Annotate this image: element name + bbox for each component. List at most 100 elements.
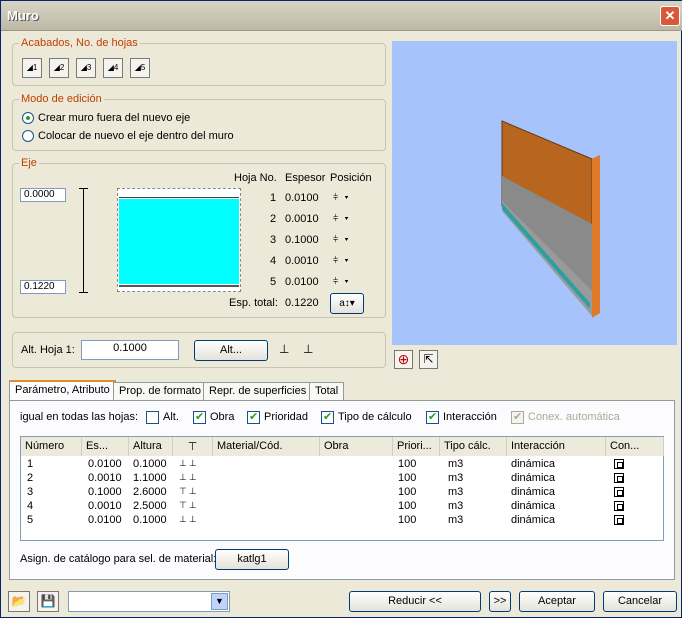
aceptar-button[interactable]: Aceptar — [519, 591, 595, 612]
reducir-button[interactable]: Reducir << — [349, 591, 481, 612]
header-conex[interactable]: Con... — [606, 437, 664, 456]
header-altura[interactable]: Altura — [129, 437, 173, 456]
position-dropdown-5[interactable]: ⫩ ▾ — [333, 276, 350, 287]
cell-interaccion: dinámica — [511, 500, 556, 512]
total-position-dropdown[interactable]: a↕▾ — [330, 293, 364, 314]
alt-group: Alt. Hoja 1: 0.1000 Alt... ⊥ ⊥ — [12, 332, 386, 368]
radio-crear-muro[interactable] — [22, 112, 34, 124]
radio-colocar-eje[interactable] — [22, 130, 34, 142]
wall-3d-preview[interactable] — [392, 41, 677, 345]
header-material[interactable]: Material/Cód. — [213, 437, 320, 456]
layer-diagram[interactable] — [117, 188, 241, 292]
layer-3-band — [119, 199, 239, 284]
header-obra[interactable]: Obra — [320, 437, 393, 456]
obra-checkbox-label: Obra — [210, 411, 235, 423]
layers-3-button[interactable]: ◢3 — [76, 58, 96, 78]
eje-row-1-no: 1 — [270, 192, 277, 204]
target-icon[interactable]: ⊕ — [394, 350, 413, 369]
align-top-icon[interactable]: ⊥ — [279, 342, 289, 356]
header-prioridad[interactable]: Priori... — [393, 437, 440, 456]
layers-2-button[interactable]: ◢2 — [49, 58, 69, 78]
eje-top-value[interactable]: 0.0000 — [20, 188, 66, 202]
cell-numero: 2 — [27, 472, 34, 484]
obra-checkbox[interactable] — [193, 410, 206, 424]
eje-row-5-espesor: 0.0100 — [285, 276, 319, 288]
acabados-group: Acabados, No. de hojas ◢1 ◢2 ◢3 ◢4 ◢5 — [12, 37, 386, 86]
cancelar-button[interactable]: Cancelar — [603, 591, 677, 612]
cell-interaccion: dinámica — [511, 472, 556, 484]
cell-interaccion: dinámica — [511, 486, 556, 498]
catalogo-label: Asign. de catálogo para sel. de material… — [20, 553, 217, 565]
header-tipo-calculo[interactable]: Tipo cálc. — [440, 437, 507, 456]
col-hoja-header: Hoja No. — [234, 172, 277, 184]
dimension-tick-top — [79, 188, 88, 189]
radio-crear-muro-label: Crear muro fuera del nuevo eje — [38, 112, 191, 124]
align-icon: ⊥⊥ — [179, 458, 199, 468]
alt-checkbox-label: Alt. — [163, 411, 179, 423]
select-cursor-icon[interactable]: ⇱ — [419, 350, 438, 369]
conex-toggle[interactable] — [614, 515, 624, 525]
interaccion-checkbox[interactable] — [426, 410, 439, 424]
position-dropdown-3[interactable]: ⫩ ▾ — [333, 234, 350, 245]
cell-espesor: 0.0010 — [88, 472, 122, 484]
modo-group: Modo de edición Crear muro fuera del nue… — [12, 93, 386, 151]
table-row[interactable]: 3 0.1000 2.6000 ⊤⊥ 100 m3 dinámica — [21, 486, 663, 500]
header-espesor[interactable]: Es... — [82, 437, 129, 456]
eje-bottom-value[interactable]: 0.1220 — [20, 280, 66, 294]
cell-espesor: 0.0010 — [88, 500, 122, 512]
eje-row-1-espesor: 0.0100 — [285, 192, 319, 204]
header-align-icon[interactable]: ⊤ — [173, 437, 213, 456]
alt-button[interactable]: Alt... — [194, 340, 268, 361]
favorites-combo[interactable] — [68, 591, 230, 612]
table-row[interactable]: 1 0.0100 0.1000 ⊥⊥ 100 m3 dinámica — [21, 458, 663, 472]
layers-4-button[interactable]: ◢4 — [103, 58, 123, 78]
eje-row-3-espesor: 0.1000 — [285, 234, 319, 246]
prioridad-checkbox[interactable] — [247, 410, 260, 424]
igual-label: igual en todas las hojas: — [20, 411, 139, 423]
tab-repr-superficies[interactable]: Repr. de superficies — [203, 382, 313, 401]
layer-1-band — [119, 196, 239, 198]
conex-checkbox[interactable] — [511, 410, 524, 424]
header-interaccion[interactable]: Interacción — [507, 437, 606, 456]
expand-arrow-button[interactable]: >> — [489, 591, 511, 612]
cell-altura: 2.6000 — [133, 486, 167, 498]
open-folder-icon[interactable]: 📂 — [8, 591, 30, 612]
acabados-title: Acabados, No. de hojas — [19, 37, 140, 49]
close-icon[interactable]: ✕ — [660, 6, 680, 26]
header-numero[interactable]: Número — [21, 437, 82, 456]
eje-row-5-no: 5 — [270, 276, 277, 288]
alt-checkbox[interactable] — [146, 411, 159, 424]
align-bottom-icon[interactable]: ⊥ — [303, 342, 313, 356]
conex-checkbox-label: Conex. automática — [528, 411, 620, 423]
layers-5-button[interactable]: ◢5 — [130, 58, 150, 78]
radio-colocar-eje-label: Colocar de nuevo el eje dentro del muro — [38, 130, 234, 142]
tab-prop-formato[interactable]: Prop. de formato — [113, 382, 207, 401]
position-dropdown-4[interactable]: ⫩ ▾ — [333, 255, 350, 266]
esp-total-label: Esp. total: — [229, 297, 278, 309]
tipo-calculo-checkbox[interactable] — [321, 410, 334, 424]
cell-espesor: 0.1000 — [88, 486, 122, 498]
position-dropdown-1[interactable]: ⫩ ▾ — [333, 192, 350, 203]
chevron-down-icon[interactable]: ▼ — [211, 593, 228, 610]
title-bar: Muro ✕ — [1, 1, 682, 31]
table-row[interactable]: 2 0.0010 1.1000 ⊥⊥ 100 m3 dinámica — [21, 472, 663, 486]
cell-prioridad: 100 — [398, 500, 417, 512]
table-row[interactable]: 5 0.0100 0.1000 ⊥⊥ 100 m3 dinámica — [21, 514, 663, 528]
cell-numero: 4 — [27, 500, 34, 512]
save-icon[interactable]: 💾 — [37, 591, 59, 612]
conex-toggle[interactable] — [614, 501, 624, 511]
katlg-button[interactable]: katlg1 — [215, 549, 289, 570]
position-dropdown-2[interactable]: ⫩ ▾ — [333, 213, 350, 224]
conex-toggle[interactable] — [614, 459, 624, 469]
tab-parametro[interactable]: Parámetro, Atributo — [9, 380, 116, 401]
cell-altura: 1.1000 — [133, 472, 167, 484]
dimension-line — [83, 188, 84, 292]
window-title: Muro — [7, 8, 39, 23]
layers-1-button[interactable]: ◢1 — [22, 58, 42, 78]
conex-toggle[interactable] — [614, 487, 624, 497]
alt-hoja-input[interactable]: 0.1000 — [81, 340, 179, 360]
conex-toggle[interactable] — [614, 473, 624, 483]
eje-row-4-no: 4 — [270, 255, 277, 267]
table-row[interactable]: 4 0.0010 2.5000 ⊤⊥ 100 m3 dinámica — [21, 500, 663, 514]
tab-total[interactable]: Total — [309, 382, 345, 401]
